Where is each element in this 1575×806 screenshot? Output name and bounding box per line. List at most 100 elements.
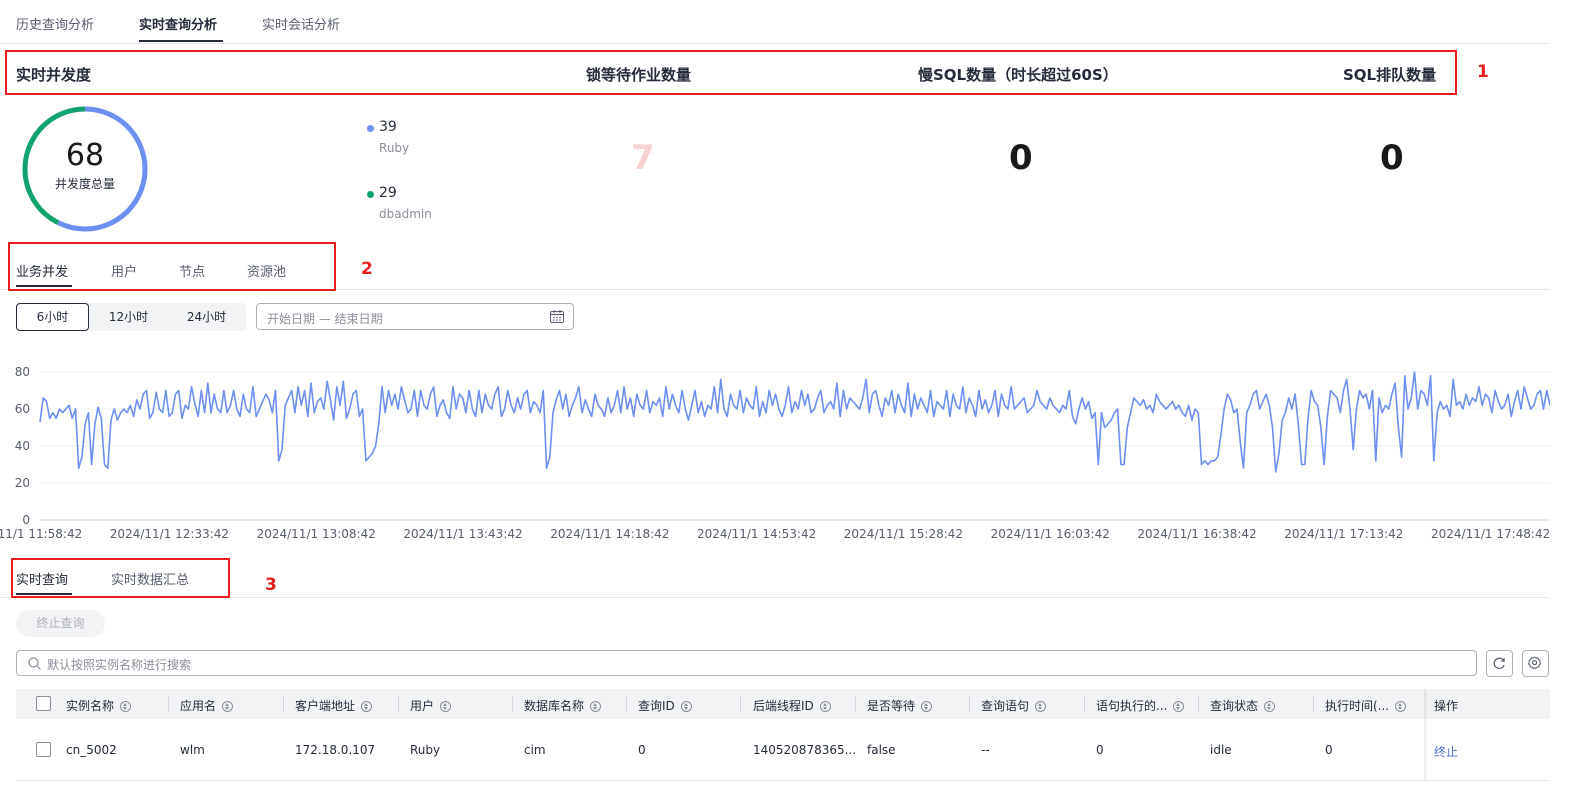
tab-realtime-session-analysis[interactable]: 实时会话分析	[262, 14, 340, 33]
search-input[interactable]: 默认按照实例名称进行搜索	[16, 650, 1477, 676]
column-label: 客户端地址	[295, 699, 356, 713]
column-header-instance-name[interactable]: 实例名称	[66, 697, 132, 714]
cell-query-statement: --	[981, 743, 990, 757]
range-6h-button[interactable]: 6小时	[16, 303, 89, 331]
y-tick-label: 80	[15, 365, 30, 379]
sort-icon[interactable]	[222, 701, 234, 712]
range-12h-button[interactable]: 12小时	[92, 303, 165, 331]
settings-button[interactable]	[1522, 650, 1549, 677]
column-header-statement-exec[interactable]: 语句执行的...	[1096, 697, 1185, 714]
legend-name-dbadmin: dbadmin	[379, 207, 432, 221]
concurrency-title: 实时并发度	[16, 66, 92, 84]
cell-app-name: wlm	[180, 743, 205, 757]
column-label: 查询ID	[638, 699, 675, 713]
x-tick-label: 2024/11/1 11:58:42	[0, 527, 82, 541]
x-tick-label: 2024/11/1 17:13:42	[1284, 527, 1403, 541]
slow-sql-title: 慢SQL数量（时长超过60S）	[918, 66, 1118, 84]
column-divider	[512, 696, 513, 712]
cell-backend-thread-id: 140520878365...	[753, 743, 857, 757]
column-divider	[283, 696, 284, 712]
x-tick-label: 2024/11/1 17:48:42	[1431, 527, 1550, 541]
top-tab-bar: 历史查询分析 实时查询分析 实时会话分析	[0, 0, 1550, 44]
terminate-link[interactable]: 终止	[1434, 743, 1458, 760]
column-label: 数据库名称	[524, 699, 585, 713]
sort-icon[interactable]	[680, 701, 692, 712]
column-divider	[626, 696, 627, 712]
legend-dot-ruby	[367, 125, 374, 132]
column-divider	[1198, 696, 1199, 712]
cell-query-status: idle	[1210, 743, 1232, 757]
column-divider	[740, 696, 741, 712]
column-header-query-status[interactable]: 查询状态	[1210, 697, 1276, 714]
column-header-query-id[interactable]: 查询ID	[638, 697, 692, 714]
x-tick-label: 2024/11/1 14:18:42	[550, 527, 669, 541]
tab-node[interactable]: 节点	[179, 261, 205, 280]
sort-icon[interactable]	[440, 701, 452, 712]
x-tick-label: 2024/11/1 15:28:42	[844, 527, 963, 541]
column-label: 是否等待	[867, 699, 916, 713]
x-tick-label: 2024/11/1 16:03:42	[991, 527, 1110, 541]
sort-icon[interactable]	[1173, 701, 1185, 712]
active-tab-indicator	[139, 40, 223, 42]
slow-sql-value: 0	[1009, 138, 1033, 178]
sort-icon[interactable]	[921, 701, 933, 712]
tab-realtime-data-summary[interactable]: 实时数据汇总	[111, 569, 189, 588]
cell-instance-name: cn_5002	[66, 743, 117, 757]
tab-realtime-query[interactable]: 实时查询	[16, 569, 68, 588]
sort-icon[interactable]	[120, 701, 132, 712]
query-tab-divider	[0, 597, 1550, 598]
tab-realtime-query-analysis[interactable]: 实时查询分析	[139, 14, 217, 33]
sort-icon[interactable]	[1035, 701, 1047, 712]
tab-history-query-analysis[interactable]: 历史查询分析	[16, 14, 94, 33]
column-divider	[969, 696, 970, 712]
tab-resource-pool[interactable]: 资源池	[247, 261, 286, 280]
stop-query-button[interactable]: 终止查询	[16, 610, 105, 637]
sort-icon[interactable]	[819, 701, 831, 712]
y-tick-label: 0	[22, 513, 30, 527]
calendar-icon[interactable]	[550, 310, 564, 323]
x-tick-label: 2024/11/1 16:38:42	[1137, 527, 1256, 541]
row-checkbox[interactable]	[36, 742, 51, 757]
select-all-checkbox[interactable]	[36, 696, 51, 711]
column-label: 应用名	[180, 699, 217, 713]
donut-center: 68 并发度总量	[20, 138, 150, 192]
tab-business-concurrency[interactable]: 业务并发	[16, 261, 68, 280]
column-header-client-address[interactable]: 客户端地址	[295, 697, 373, 714]
tab-user[interactable]: 用户	[111, 261, 137, 280]
sort-icon[interactable]	[590, 701, 602, 712]
concurrency-total: 68	[65, 138, 105, 173]
x-tick-label: 2024/11/1 13:08:42	[257, 527, 376, 541]
sort-icon[interactable]	[1395, 701, 1407, 712]
time-range-selector: 6小时 12小时 24小时	[16, 303, 246, 331]
query-tab-indicator	[16, 593, 72, 595]
legend-value-ruby: 39	[379, 119, 397, 135]
column-label: 执行时间(...	[1325, 699, 1390, 713]
column-header-backend-thread-id[interactable]: 后端线程ID	[753, 697, 831, 714]
y-tick-label: 60	[15, 402, 30, 416]
sql-queue-value: 0	[1380, 138, 1404, 178]
column-label: 后端线程ID	[753, 699, 814, 713]
fixed-column-shadow	[1424, 689, 1428, 781]
column-header-operation: 操作	[1434, 699, 1459, 713]
date-range-picker[interactable]: 开始日期 — 结束日期	[256, 303, 574, 330]
column-label: 查询语句	[981, 699, 1030, 713]
column-divider	[168, 696, 169, 712]
column-divider	[1313, 696, 1314, 712]
column-header-app-name[interactable]: 应用名	[180, 697, 234, 714]
column-divider	[398, 696, 399, 712]
cell-user: Ruby	[410, 743, 441, 757]
column-header-query-statement[interactable]: 查询语句	[981, 697, 1047, 714]
cell-statement-exec: 0	[1096, 743, 1104, 757]
column-label: 实例名称	[66, 699, 115, 713]
column-header-waiting[interactable]: 是否等待	[867, 697, 933, 714]
sort-icon[interactable]	[361, 701, 373, 712]
column-header-user[interactable]: 用户	[410, 697, 452, 714]
range-24h-button[interactable]: 24小时	[169, 303, 244, 331]
refresh-button[interactable]	[1486, 650, 1513, 677]
column-header-exec-time[interactable]: 执行时间(...	[1325, 697, 1407, 714]
concurrency-line-chart: 80 60 40 20 0 2024/11/1 11:58:42 2024/11/1 12…	[0, 365, 1550, 541]
column-header-database-name[interactable]: 数据库名称	[524, 697, 602, 714]
sort-icon[interactable]	[1264, 701, 1276, 712]
cell-database-name: cim	[524, 743, 546, 757]
column-label: 语句执行的...	[1096, 699, 1168, 713]
